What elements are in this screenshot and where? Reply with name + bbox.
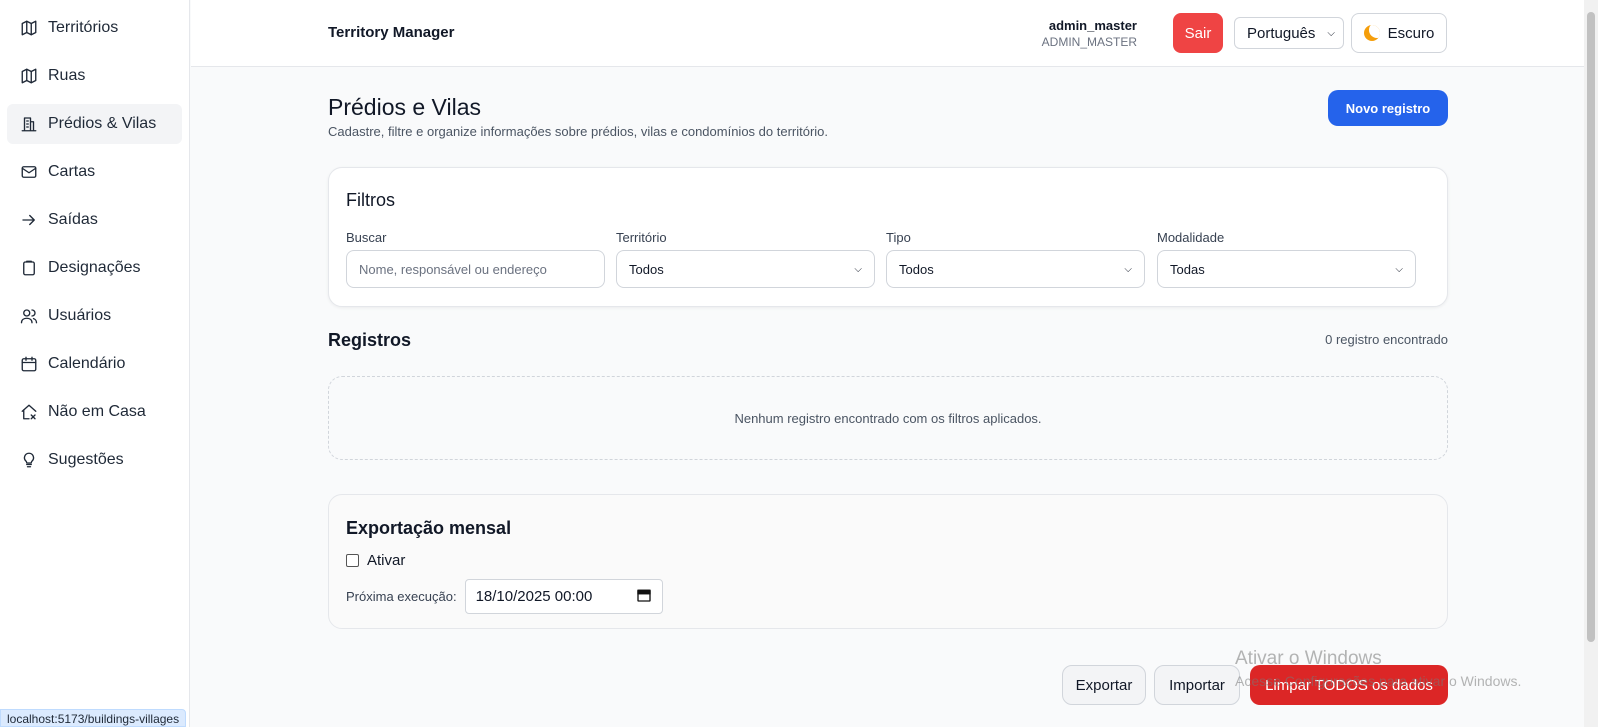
clipboard-icon <box>20 259 38 277</box>
sidebar-item-nao-em-casa[interactable]: Não em Casa <box>7 392 182 432</box>
activate-row: Ativar <box>346 552 405 569</box>
modality-field: Modalidade Todas ⌵ <box>1157 230 1416 288</box>
modality-value: Todas <box>1170 261 1205 277</box>
type-label: Tipo <box>886 230 911 245</box>
sidebar-item-territorios[interactable]: Territórios <box>7 8 182 48</box>
sidebar-item-label: Prédios & Vilas <box>48 115 157 132</box>
page-title: Prédios e Vilas <box>328 94 481 120</box>
sidebar-item-label: Cartas <box>48 163 96 180</box>
user-info: admin_master ADMIN_MASTER <box>1042 18 1137 49</box>
moon-icon <box>1363 25 1380 41</box>
chevron-down-icon: ⌵ <box>1327 27 1335 39</box>
chevron-down-icon: ⌵ <box>1395 263 1403 275</box>
calendar-icon <box>20 355 38 373</box>
territory-label: Território <box>616 230 667 245</box>
app-brand: Territory Manager <box>328 24 455 41</box>
next-execution-row: Próxima execução: 18/10/2025 00:00 <box>346 579 663 614</box>
modality-select[interactable]: Todas ⌵ <box>1157 250 1416 288</box>
watermark-title: Ativar o Windows <box>1235 648 1382 669</box>
search-input[interactable]: Nome, responsável ou endereço <box>346 250 605 288</box>
user-role: ADMIN_MASTER <box>1041 35 1137 49</box>
users-icon <box>20 307 38 325</box>
search-field: Buscar Nome, responsável ou endereço <box>346 230 605 288</box>
territory-select[interactable]: Todos ⌵ <box>616 250 875 288</box>
export-title: Exportação mensal <box>346 518 512 538</box>
next-execution-value: 18/10/2025 00:00 <box>475 588 593 605</box>
status-url: localhost:5173/buildings-villages <box>0 709 187 727</box>
calendar-icon[interactable] <box>636 587 652 607</box>
user-name: admin_master <box>1048 18 1137 33</box>
empty-state: Nenhum registro encontrado com os filtro… <box>328 376 1448 460</box>
building-icon <box>20 115 38 133</box>
chevron-down-icon: ⌵ <box>854 263 862 275</box>
windows-activation-watermark: Ativar o Windows Acesse Configurações pa… <box>1235 648 1521 689</box>
sidebar-item-label: Saídas <box>48 211 98 228</box>
page-subtitle: Cadastre, filtre e organize informações … <box>328 124 829 139</box>
modality-label: Modalidade <box>1157 230 1225 245</box>
sidebar-item-designacoes[interactable]: Designações <box>7 248 182 288</box>
type-select[interactable]: Todos ⌵ <box>886 250 1145 288</box>
sidebar-item-ruas[interactable]: Ruas <box>7 56 182 96</box>
scrollbar-thumb[interactable] <box>1587 12 1595 642</box>
language-value: Português <box>1247 24 1316 42</box>
sidebar-item-sugestoes[interactable]: Sugestões <box>7 440 182 480</box>
territory-field: Território Todos ⌵ <box>616 230 875 288</box>
watermark-subtitle: Acesse Configurações para ativar o Windo… <box>1235 673 1522 689</box>
map-icon <box>20 67 38 85</box>
sidebar-item-label: Calendário <box>48 355 126 372</box>
export-button[interactable]: Exportar <box>1062 665 1146 705</box>
lightbulb-icon <box>20 451 38 469</box>
sidebar-item-label: Usuários <box>48 307 112 324</box>
filters-card: Filtros Buscar Nome, responsável ou ende… <box>328 167 1448 307</box>
sidebar-item-label: Territórios <box>48 19 119 36</box>
sidebar-item-label: Designações <box>48 259 141 276</box>
sidebar: Territórios Ruas Prédios & Vilas Cartas … <box>0 0 190 727</box>
monthly-export-card: Exportação mensal Ativar Próxima execuçã… <box>328 494 1448 629</box>
records-title: Registros <box>328 330 412 350</box>
sidebar-item-label: Não em Casa <box>48 403 146 420</box>
records-count: 0 registro encontrado <box>1325 332 1448 347</box>
filters-title: Filtros <box>346 190 395 210</box>
sidebar-item-usuarios[interactable]: Usuários <box>7 296 182 336</box>
house-x-icon <box>20 403 38 421</box>
sidebar-item-predios-vilas[interactable]: Prédios & Vilas <box>7 104 182 144</box>
page-scrollbar[interactable] <box>1584 0 1598 727</box>
new-record-button[interactable]: Novo registro <box>1328 90 1448 126</box>
sidebar-item-label: Sugestões <box>48 451 124 468</box>
theme-label: Escuro <box>1387 24 1435 42</box>
sidebar-item-label: Ruas <box>48 67 86 84</box>
logout-button[interactable]: Sair <box>1173 13 1223 53</box>
chevron-down-icon: ⌵ <box>1124 263 1132 275</box>
search-label: Buscar <box>346 230 387 245</box>
territory-value: Todos <box>629 261 664 277</box>
top-header: Territory Manager admin_master ADMIN_MAS… <box>191 0 1598 67</box>
next-execution-label: Próxima execução: <box>346 589 457 604</box>
import-button[interactable]: Importar <box>1154 665 1240 705</box>
arrow-right-icon <box>20 211 38 229</box>
sidebar-item-cartas[interactable]: Cartas <box>7 152 182 192</box>
language-select[interactable]: Português ⌵ <box>1234 17 1344 49</box>
theme-toggle-button[interactable]: Escuro <box>1351 13 1447 53</box>
map-icon <box>20 19 38 37</box>
sidebar-item-calendario[interactable]: Calendário <box>7 344 182 384</box>
activate-checkbox[interactable] <box>346 554 359 567</box>
sidebar-item-saidas[interactable]: Saídas <box>7 200 182 240</box>
type-field: Tipo Todos ⌵ <box>886 230 1145 288</box>
mail-icon <box>20 163 38 181</box>
next-execution-input[interactable]: 18/10/2025 00:00 <box>464 579 663 614</box>
activate-label: Ativar <box>367 552 406 569</box>
type-value: Todos <box>899 261 934 277</box>
